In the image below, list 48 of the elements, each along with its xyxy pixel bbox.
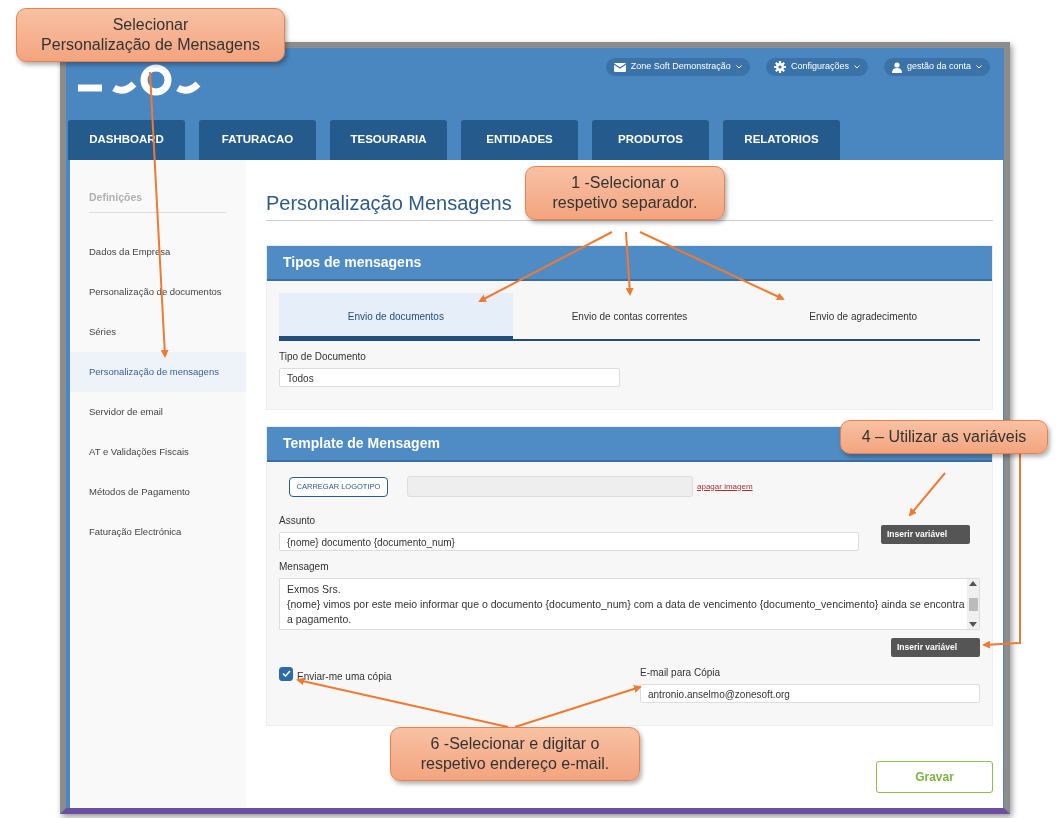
field-label: E-mail para Cópia xyxy=(640,665,722,680)
message-field[interactable]: Exmos Srs. {nome} vimos por este meio informar que o documento {documento_num} com a data de vencimento {documento_vencimento} ainda se encontra a pagamento. xyxy=(279,578,980,630)
sidebar-item[interactable]: Servidor de email xyxy=(70,391,246,432)
field-label: Tipo de Documento xyxy=(279,350,367,364)
page-title: Personalização Mensagens xyxy=(266,192,512,214)
callout: 4 – Utilizar as variáveis xyxy=(840,420,1048,454)
field-label: Assunto xyxy=(279,514,317,528)
field-label: Mensagem xyxy=(279,560,330,574)
callout: Selecionar Personalização de Mensagens xyxy=(16,8,285,62)
nav-tab[interactable]: FATURACAO xyxy=(199,120,316,160)
nav-tab[interactable]: RELATORIOS xyxy=(723,120,840,160)
nav-tab[interactable]: ENTIDADES xyxy=(461,120,578,160)
sidebar-item[interactable]: Séries xyxy=(70,311,246,352)
nav-tab[interactable]: TESOURARIA xyxy=(330,120,447,160)
caret-icon xyxy=(976,65,982,69)
user-icon xyxy=(891,61,902,73)
sidebar-heading: Definições xyxy=(89,190,226,213)
callout: 6 -Selecionar e digitar o respetivo endereço e-mail. xyxy=(390,727,640,781)
scrollbar[interactable] xyxy=(967,579,979,629)
email-field[interactable]: antronio.anselmo@zonesoft.org xyxy=(640,683,980,703)
scroll-up-icon[interactable] xyxy=(969,581,977,586)
subject-field[interactable]: {nome} documento {documento_num} xyxy=(279,532,859,551)
insert-variable-button[interactable]: Inserir variável xyxy=(891,638,980,657)
arrow xyxy=(625,231,634,296)
checkbox-label: Enviar-me uma cópia xyxy=(297,670,392,685)
caret-icon xyxy=(735,65,742,69)
arrow xyxy=(908,472,946,517)
sidebar-item[interactable]: Métodos de Pagamento xyxy=(70,471,246,512)
sidebar-item[interactable]: AT e Validações Fiscais xyxy=(70,431,246,472)
callout: 1 -Selecionar o respetivo separador. xyxy=(525,166,725,220)
select-field[interactable]: Todos xyxy=(279,368,620,387)
nav-tab[interactable]: PRODUTOS xyxy=(592,120,709,160)
message-type-tab[interactable]: Envio de agradecimento xyxy=(746,293,980,339)
envelope-icon xyxy=(613,62,626,72)
account-menu-button[interactable]: Zone Soft Demonstração xyxy=(605,58,750,76)
caret-icon xyxy=(853,65,860,69)
message-type-tab[interactable]: Envio de contas correntes xyxy=(512,293,747,339)
account-menu-button[interactable]: Configurações xyxy=(765,58,868,76)
sidebar-item[interactable]: Personalização de mensagens xyxy=(70,351,246,392)
checkbox[interactable] xyxy=(279,666,293,681)
section-header: Tipos de mensagens xyxy=(267,246,992,281)
insert-variable-button[interactable]: Inserir variável xyxy=(881,525,970,544)
sidebar-item[interactable]: Faturação Electrónica xyxy=(70,511,246,552)
settings-icon xyxy=(773,61,786,73)
message-type-tab[interactable]: Envio de documentos xyxy=(279,293,513,339)
account-menu-button[interactable]: gestão da conta xyxy=(883,58,990,76)
scroll-down-icon[interactable] xyxy=(969,622,977,627)
delete-image-link[interactable]: apagar imagem xyxy=(697,480,753,493)
